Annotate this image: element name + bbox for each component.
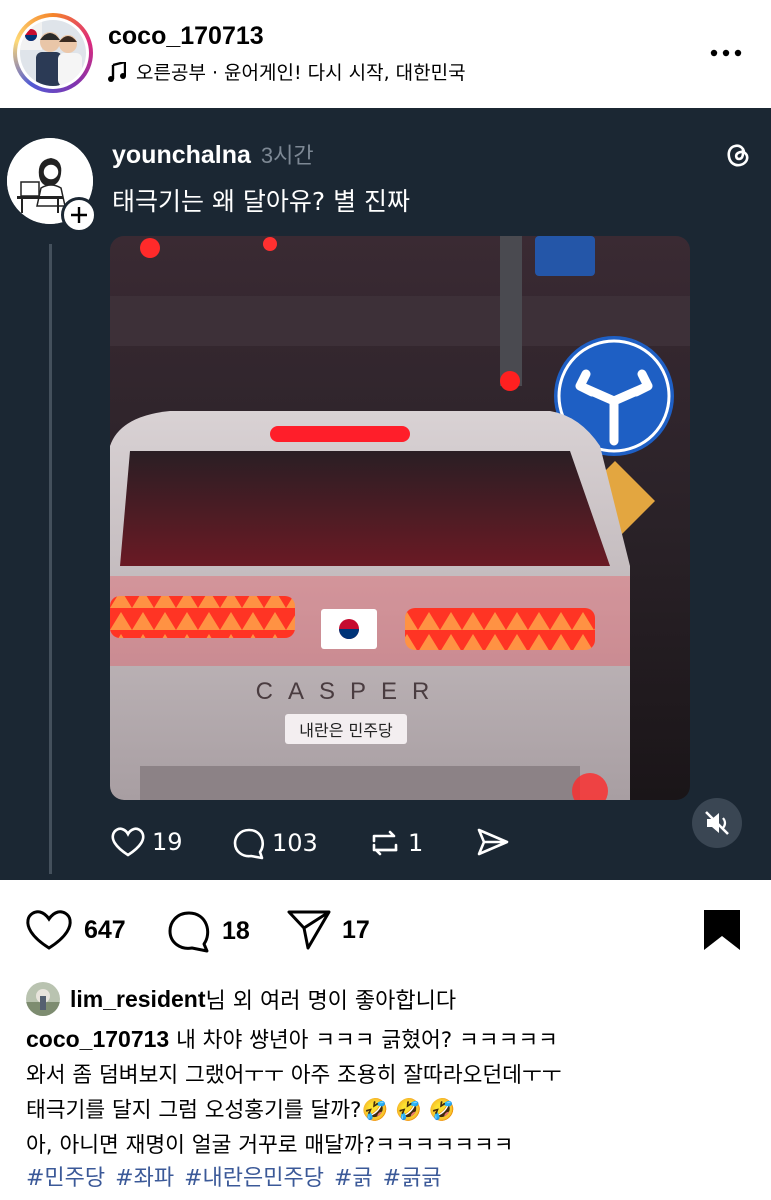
liked-by-avatar[interactable] [26, 982, 60, 1016]
post-caption: coco_170713 내 차야 썅년아 ㅋㅋㅋ 긁혔어? ㅋㅋㅋㅋㅋ 와서 좀… [26, 1022, 766, 1163]
share-button[interactable]: 17 [286, 908, 370, 952]
caption-text-1: 내 차야 썅년아 ㅋㅋㅋ 긁혔어? ㅋㅋㅋㅋㅋ [169, 1028, 558, 1053]
plus-icon [71, 207, 87, 223]
threads-like-count: 19 [152, 828, 183, 856]
threads-action-bar: 19 103 1 [110, 826, 530, 870]
liked-by-row[interactable]: lim_resident 님 외 여러 명이 좋아합니다 [26, 982, 456, 1016]
threads-like-button[interactable]: 19 [110, 826, 183, 858]
threads-post-photo[interactable]: CASPER 내란은 민주당 [110, 236, 690, 800]
threads-repost-button[interactable]: 1 [368, 826, 423, 860]
comment-count: 18 [222, 916, 250, 945]
comment-icon [233, 828, 264, 860]
header-username[interactable]: coco_170713 [108, 22, 264, 51]
music-info[interactable]: 오른공부 · 윤어게인! 다시 시작, 대한민국 [108, 58, 466, 85]
caption-line-3: 태극기를 달지 그럼 오성홍기를 달까?🤣 🤣 🤣 [26, 1098, 456, 1123]
post-action-bar: 647 18 17 [0, 880, 771, 980]
threads-logo-icon [727, 144, 749, 167]
threads-post-text: 태극기는 왜 달아유? 별 진짜 [112, 187, 411, 216]
hashtag-list: #민주당 #좌파 #내란은민주당 #긁 #긁긁 [26, 1160, 452, 1192]
comment-icon [168, 911, 210, 953]
bookmark-icon[interactable] [702, 908, 742, 952]
send-icon [287, 910, 331, 950]
like-button[interactable]: 647 [24, 908, 126, 952]
threads-reply-count: 103 [272, 829, 318, 857]
hashtag-link[interactable]: #긁긁 [383, 1166, 442, 1191]
comment-button[interactable]: 18 [166, 908, 250, 954]
caption-line-1: coco_170713 내 차야 썅년아 ㅋㅋㅋ 긁혔어? ㅋㅋㅋㅋㅋ [26, 1022, 766, 1058]
hashtag-link[interactable]: #좌파 [115, 1166, 174, 1191]
mute-button[interactable] [692, 798, 742, 848]
heart-icon [111, 827, 145, 857]
heart-icon [26, 910, 72, 950]
hashtag-link[interactable]: #내란은민주당 [184, 1166, 324, 1191]
speaker-muted-icon [705, 811, 729, 835]
threads-share-button[interactable] [476, 826, 510, 858]
more-options-icon[interactable] [706, 38, 746, 68]
music-title: 오른공부 · 윤어게인! 다시 시작, 대한민국 [136, 62, 466, 84]
threads-username[interactable]: younchalna [112, 141, 251, 169]
liked-by-username[interactable]: lim_resident [70, 986, 206, 1013]
threads-post-media[interactable]: younchalna 3시간 태극기는 왜 달아유? 별 진짜 CASPER 내… [0, 108, 771, 880]
caption-line-4: 아, 아니면 재명이 얼굴 거꾸로 매달까?ㅋㅋㅋㅋㅋㅋㅋ [26, 1133, 514, 1158]
like-count: 647 [84, 915, 126, 944]
send-icon [477, 828, 509, 856]
caption-line-2: 와서 좀 덤벼보지 그랬어ㅜㅜ 아주 조용히 잘따라오던데ㅜㅜ [26, 1063, 562, 1088]
thread-line [49, 244, 52, 874]
caption-username[interactable]: coco_170713 [26, 1026, 169, 1052]
follow-plus-button[interactable] [61, 197, 97, 233]
threads-time: 3시간 [260, 143, 314, 168]
car-brand-text: CASPER [256, 678, 445, 705]
threads-reply-button[interactable]: 103 [232, 826, 318, 860]
liked-by-text: 님 외 여러 명이 좋아합니다 [205, 989, 457, 1014]
threads-username-row: younchalna 3시간 [112, 138, 314, 170]
profile-avatar[interactable] [13, 13, 93, 93]
music-note-icon [108, 61, 126, 82]
repost-icon [372, 830, 398, 856]
hashtag-link[interactable]: #민주당 [26, 1166, 105, 1191]
hashtag-link[interactable]: #긁 [334, 1166, 373, 1191]
share-count: 17 [342, 915, 370, 944]
threads-repost-count: 1 [408, 829, 424, 857]
car-sticker-text: 내란은 민주당 [299, 721, 393, 740]
post-header: coco_170713 오른공부 · 윤어게인! 다시 시작, 대한민국 [0, 0, 771, 108]
